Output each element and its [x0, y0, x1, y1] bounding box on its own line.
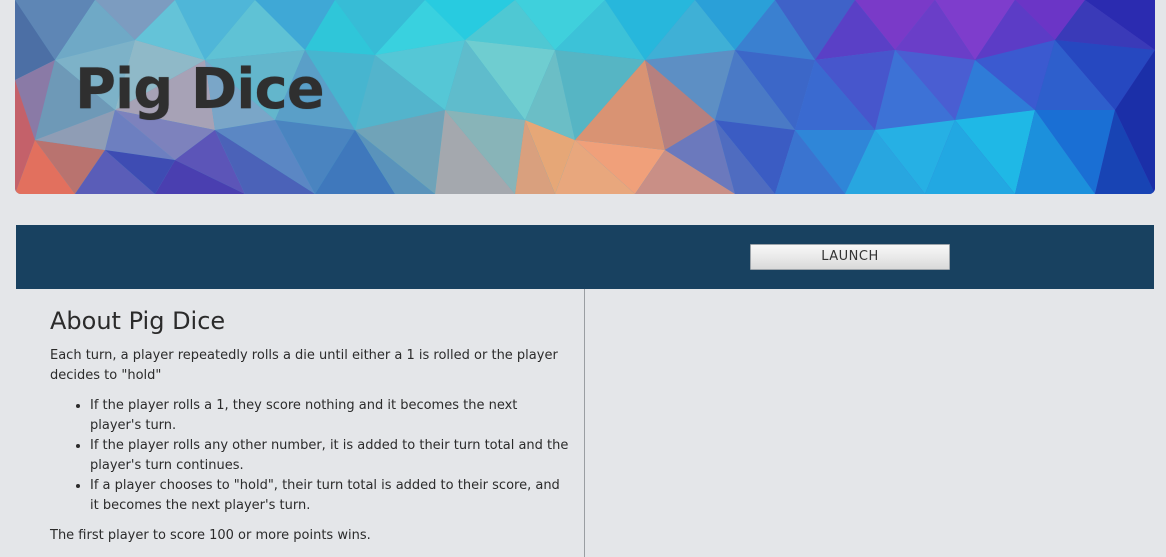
column-divider [584, 289, 585, 557]
about-intro: Each turn, a player repeatedly rolls a d… [50, 347, 558, 383]
rule-item: If the player rolls a 1, they score noth… [90, 396, 570, 436]
rules-list: If the player rolls a 1, they score noth… [50, 396, 570, 516]
about-section: About Pig Dice Each turn, a player repea… [50, 307, 570, 546]
win-condition: The first player to score 100 or more po… [50, 527, 371, 543]
content-area: About Pig Dice Each turn, a player repea… [16, 289, 1154, 557]
launch-bar: LAUNCH [16, 225, 1154, 289]
page-title: Pig Dice [75, 57, 325, 122]
launch-button[interactable]: LAUNCH [750, 244, 950, 270]
rule-item: If a player chooses to "hold", their tur… [90, 476, 570, 516]
about-heading: About Pig Dice [50, 307, 226, 335]
rule-item: If the player rolls any other number, it… [90, 436, 570, 476]
header-banner: Pig Dice [15, 0, 1155, 194]
